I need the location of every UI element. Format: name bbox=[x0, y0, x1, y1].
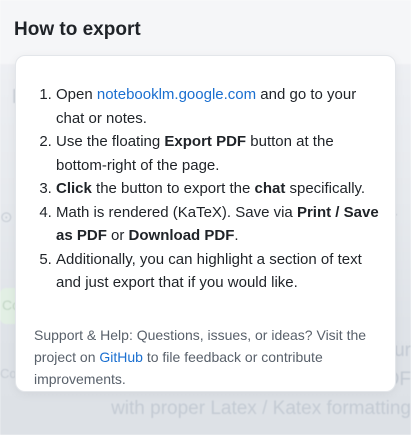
page-title: How to export bbox=[14, 19, 141, 40]
step-2-bold: Export PDF bbox=[164, 133, 247, 150]
step-4-post: . bbox=[234, 227, 239, 244]
step-export-button: Use the floating Export PDF button at th… bbox=[56, 130, 381, 177]
notebooklm-link[interactable]: notebooklm.google.com bbox=[97, 86, 256, 103]
step-1-pre: Open bbox=[56, 86, 97, 103]
support-footer: Support & Help: Questions, issues, or id… bbox=[34, 324, 384, 390]
step-highlight: Additionally, you can highlight a sectio… bbox=[56, 248, 381, 295]
step-3-bold-chat: chat bbox=[254, 180, 286, 197]
step-4-bold-download: Download PDF bbox=[128, 227, 235, 244]
step-math: Math is rendered (KaTeX). Save via Print… bbox=[56, 201, 381, 248]
step-3-mid: the button to export the bbox=[91, 180, 255, 197]
step-4-pre: Math is rendered (KaTeX). Save via bbox=[56, 203, 297, 221]
step-3-bold-click: Click bbox=[56, 180, 92, 197]
step-click: Click the button to export the chat spec… bbox=[56, 177, 381, 201]
step-open: Open notebooklm.google.com and go to you… bbox=[56, 83, 381, 130]
step-4-mid: or bbox=[106, 227, 129, 244]
instructions-card: Open notebooklm.google.com and go to you… bbox=[15, 55, 396, 392]
github-link[interactable]: GitHub bbox=[99, 349, 143, 365]
step-2-pre: Use the floating bbox=[56, 133, 165, 150]
step-5-text: Additionally, you can highlight a sectio… bbox=[56, 250, 362, 292]
steps-list: Open notebooklm.google.com and go to you… bbox=[16, 83, 381, 295]
step-3-post: specifically. bbox=[285, 180, 366, 197]
